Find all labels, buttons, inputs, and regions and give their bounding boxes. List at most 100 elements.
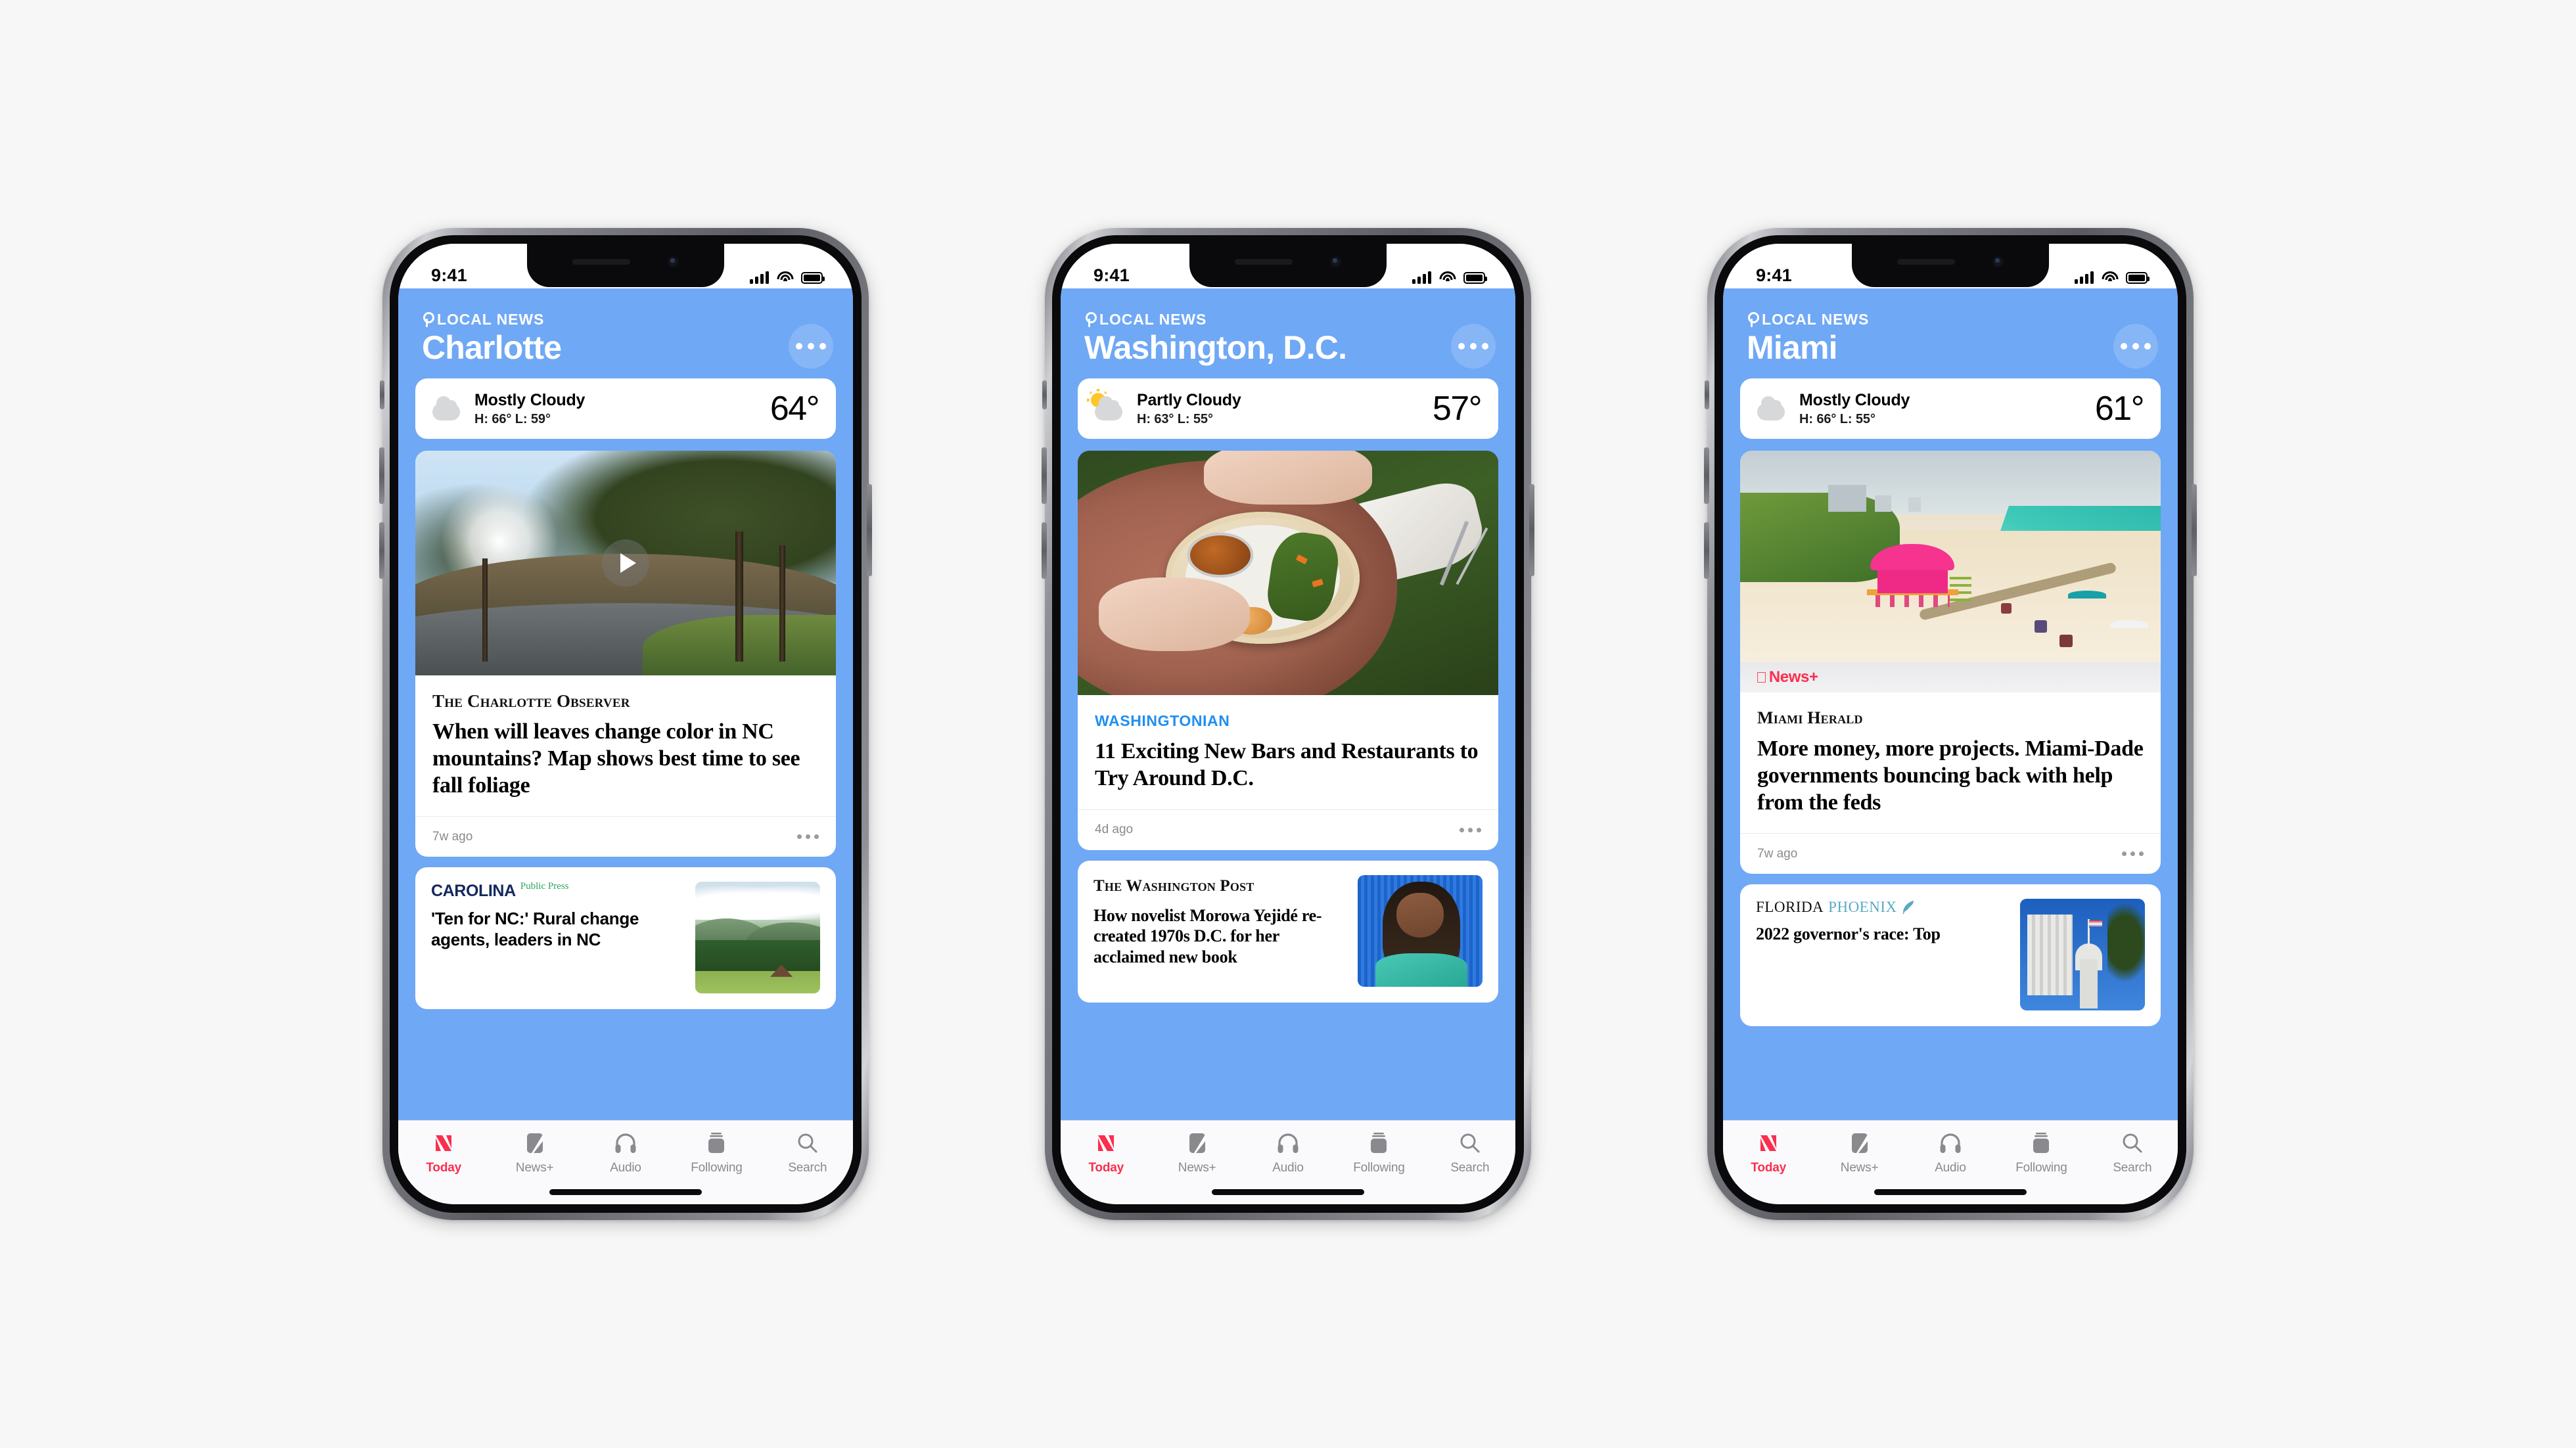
article-headline: When will leaves change color in NC moun…	[432, 719, 800, 798]
article-footer: 7w ago	[415, 816, 836, 857]
kicker: LOCAL NEWS	[422, 311, 829, 328]
tab-news-plus[interactable]: News+	[489, 1130, 580, 1175]
volume-down-button[interactable]	[379, 522, 384, 579]
article-card[interactable]: The Washington Post How novelist Morowa …	[1078, 860, 1498, 1003]
silence-switch[interactable]	[380, 380, 384, 409]
search-icon	[1460, 1130, 1481, 1156]
apple-news-icon	[1757, 1130, 1780, 1156]
article-options-button[interactable]	[797, 834, 819, 840]
home-indicator[interactable]	[1212, 1189, 1364, 1195]
article-card[interactable]: FLORIDA PHOENIX 2022 governor's race: To…	[1740, 884, 2161, 1027]
publisher-name: WASHINGTONIAN	[1095, 712, 1230, 729]
weather-card[interactable]: Mostly Cloudy H: 66° L: 55° 61°	[1740, 378, 2161, 439]
weather-card[interactable]: Mostly Cloudy H: 66° L: 59° 64°	[415, 378, 836, 439]
weather-condition: Mostly Cloudy	[474, 390, 586, 409]
tab-news-plus[interactable]: News+	[1814, 1130, 1904, 1175]
tab-following[interactable]: Following	[1333, 1130, 1424, 1175]
screen: 9:41 LOCAL NEWS Charlotte Mostly Cloudy …	[398, 244, 853, 1204]
publisher-name: The Washington Post	[1093, 876, 1254, 895]
tab-label: Today	[1751, 1161, 1786, 1175]
phone-bezel: 9:41 LOCAL NEWS Charlotte Mostly Cloudy …	[390, 235, 862, 1213]
wifi-icon	[1439, 271, 1456, 284]
tab-today[interactable]: Today	[1723, 1130, 1814, 1175]
power-button[interactable]	[2192, 484, 2197, 576]
silence-switch[interactable]	[1042, 380, 1047, 409]
weather-card[interactable]: Partly Cloudy H: 63° L: 55° 57°	[1078, 378, 1498, 439]
earpiece-speaker	[1897, 258, 1955, 265]
silence-switch[interactable]	[1705, 380, 1709, 409]
home-indicator[interactable]	[1874, 1189, 2027, 1195]
tab-news-plus[interactable]: News+	[1151, 1130, 1242, 1175]
article-thumbnail[interactable]	[2020, 899, 2145, 1011]
play-button[interactable]	[602, 539, 649, 587]
tab-search[interactable]: Search	[1425, 1130, 1515, 1175]
article-card[interactable]: The Charlotte Observer When will leaves …	[415, 451, 836, 857]
tab-following[interactable]: Following	[671, 1130, 762, 1175]
article-headline: More money, more projects. Miami-Dade go…	[1757, 736, 2144, 815]
cellular-signal-icon	[1412, 271, 1431, 284]
more-options-button[interactable]	[1451, 324, 1496, 369]
tab-audio[interactable]: Audio	[1905, 1130, 1996, 1175]
article-thumbnail[interactable]	[695, 882, 820, 994]
florida-capitol-photo	[2020, 899, 2145, 1011]
volume-up-button[interactable]	[1704, 447, 1709, 504]
location-pin-icon	[422, 311, 434, 328]
more-options-button[interactable]	[789, 324, 833, 369]
article-options-button[interactable]	[1460, 827, 1481, 832]
article-card[interactable]: WASHINGTONIAN 11 Exciting New Bars and R…	[1078, 451, 1498, 850]
local-news-header: LOCAL NEWS Washington, D.C.	[1061, 288, 1515, 378]
tab-label: Following	[691, 1161, 743, 1175]
volume-up-button[interactable]	[379, 447, 384, 504]
cellular-signal-icon	[2075, 271, 2094, 284]
tab-today[interactable]: Today	[1061, 1130, 1151, 1175]
tab-today[interactable]: Today	[398, 1130, 489, 1175]
tab-label: Search	[1450, 1161, 1490, 1175]
apple-news-icon	[1095, 1130, 1117, 1156]
home-indicator[interactable]	[549, 1189, 702, 1195]
article-timestamp: 4d ago	[1095, 823, 1134, 837]
volume-down-button[interactable]	[1042, 522, 1047, 579]
phone-miami: 9:41 LOCAL NEWS Miami Mostly Cloudy H: 6…	[1704, 228, 2197, 1220]
status-icons	[2075, 271, 2150, 286]
cloud-icon	[1753, 393, 1790, 424]
app-content: LOCAL NEWS Washington, D.C. Partly Cloud…	[1061, 288, 1515, 1120]
headphones-icon	[1277, 1130, 1299, 1156]
article-card[interactable]: CAROLINA Public Press 'Ten for NC:' Rura…	[415, 867, 836, 1010]
article-options-button[interactable]	[2122, 851, 2144, 857]
article-thumbnail[interactable]	[1358, 874, 1483, 987]
article-hero-image[interactable]	[1078, 451, 1498, 695]
article-card[interactable]:  News+ Miami Herald More money, more pr…	[1740, 451, 2161, 874]
tab-label: Search	[2113, 1161, 2152, 1175]
article-headline: How novelist Morowa Yejidé re-created 19…	[1093, 905, 1322, 967]
publisher-logo: Miami Herald	[1757, 707, 2144, 729]
article-split-layout: FLORIDA PHOENIX 2022 governor's race: To…	[1740, 884, 2161, 1026]
weather-high-low: H: 66° L: 55°	[1799, 411, 1875, 426]
tab-audio[interactable]: Audio	[1243, 1130, 1333, 1175]
volume-up-button[interactable]	[1042, 447, 1047, 504]
article-hero-image[interactable]	[415, 451, 836, 675]
tab-search[interactable]: Search	[762, 1130, 853, 1175]
power-button[interactable]	[1529, 484, 1534, 576]
publisher-name-secondary: Public Press	[520, 881, 569, 892]
publisher-logo: The Washington Post	[1093, 875, 1346, 897]
article-body: CAROLINA Public Press 'Ten for NC:' Rura…	[431, 882, 683, 993]
volume-down-button[interactable]	[1704, 522, 1709, 579]
tab-bar: Today News+ Audio Following Search	[1723, 1120, 2178, 1204]
location-pin-icon	[1084, 311, 1097, 328]
article-footer: 4d ago	[1078, 809, 1498, 850]
tab-following[interactable]: Following	[1996, 1130, 2086, 1175]
weather-high-low: H: 66° L: 59°	[474, 411, 551, 426]
power-button[interactable]	[867, 484, 872, 576]
tab-search[interactable]: Search	[2087, 1130, 2178, 1175]
tab-audio[interactable]: Audio	[580, 1130, 671, 1175]
wifi-icon	[777, 271, 793, 284]
more-options-button[interactable]	[2113, 324, 2158, 369]
article-body: The Charlotte Observer When will leaves …	[415, 675, 836, 816]
news-plus-badge:  News+	[1740, 662, 2161, 692]
headphones-icon	[1939, 1130, 1962, 1156]
article-hero-image[interactable]	[1740, 451, 2161, 662]
front-camera-icon	[1991, 255, 2004, 268]
front-camera-icon	[666, 255, 679, 268]
woman-portrait-photo	[1358, 874, 1483, 987]
kicker-label: LOCAL NEWS	[437, 311, 545, 328]
